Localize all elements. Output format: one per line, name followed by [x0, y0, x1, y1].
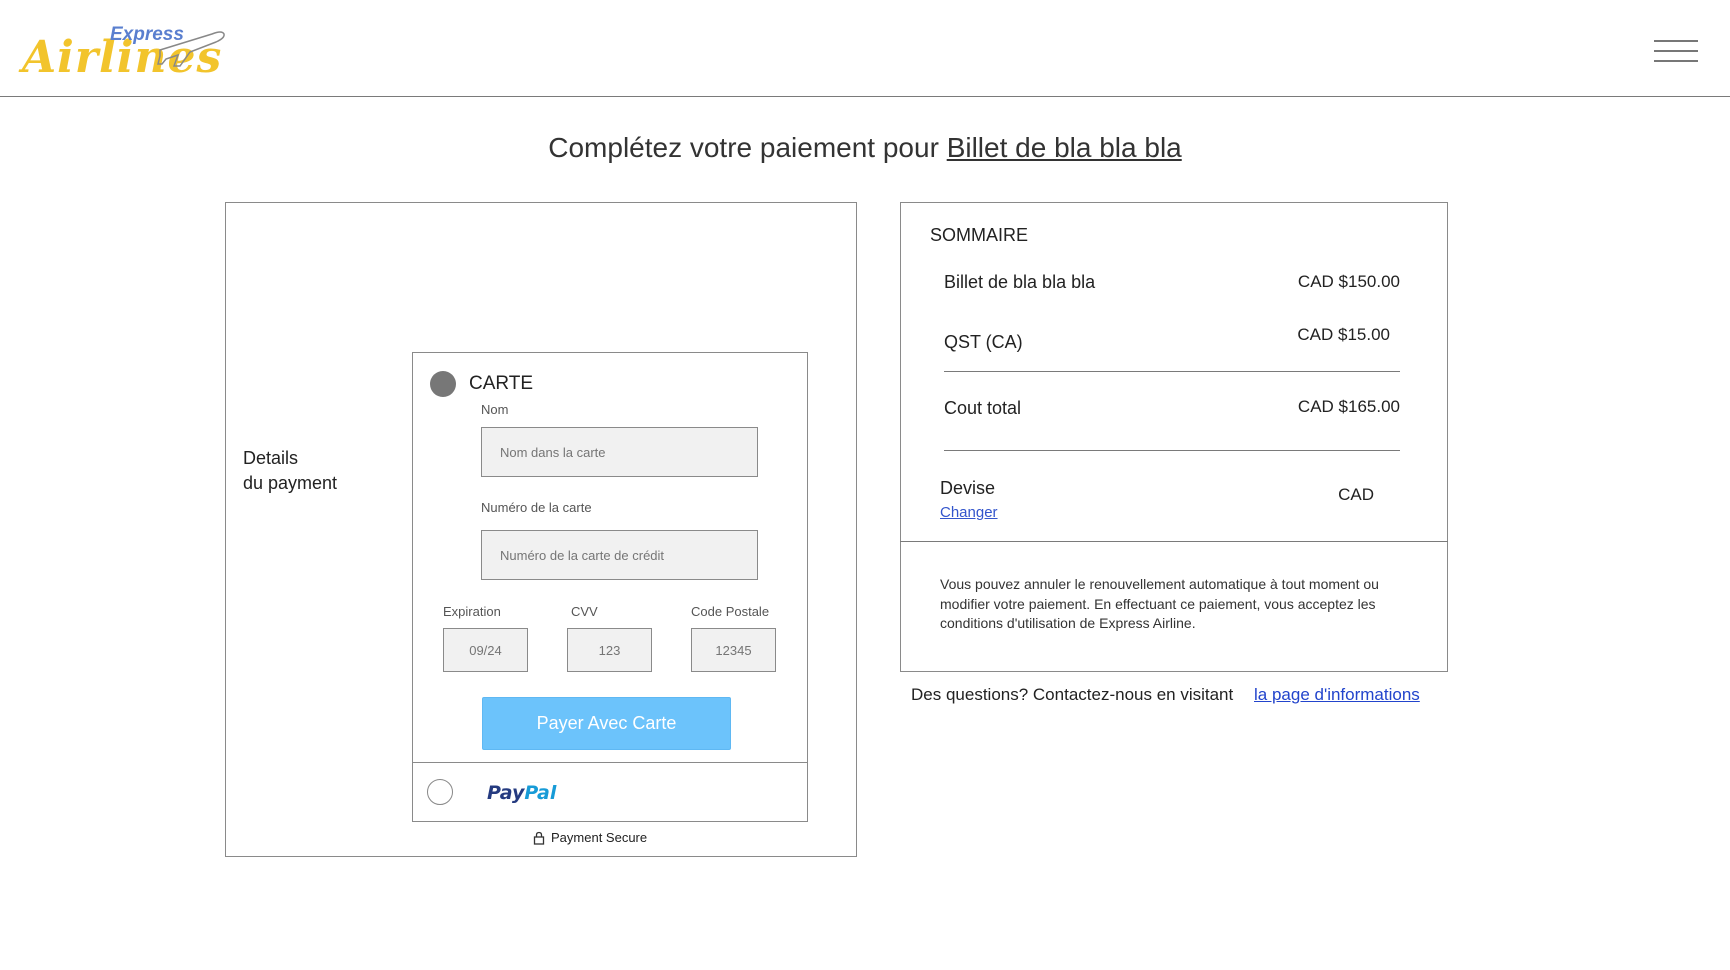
currency-value: CAD [1338, 485, 1374, 504]
postal-code-input[interactable] [691, 628, 776, 672]
card-radio-button[interactable] [430, 371, 456, 397]
page-title: Complétez votre paiement pour Billet de … [0, 132, 1730, 164]
payment-divider [412, 762, 808, 763]
summary-section-divider [900, 541, 1448, 542]
summary-divider [944, 450, 1400, 451]
page-title-prefix: Complétez votre paiement pour [548, 132, 939, 163]
total-label: Cout total [944, 398, 1022, 418]
lock-icon [533, 831, 545, 845]
card-number-label: Numéro de la carte [481, 500, 592, 515]
pay-with-card-button[interactable]: Payer Avec Carte [482, 697, 731, 750]
summary-divider [944, 371, 1400, 372]
airplane-icon [157, 31, 225, 67]
payment-details-label-line2: du payment [243, 473, 338, 493]
summary-item-label: Billet de bla bla bla [944, 272, 1096, 292]
page-title-ticket-link[interactable]: Billet de bla bla bla [947, 132, 1182, 163]
payment-method-box [412, 352, 808, 822]
paypal-radio-button[interactable] [427, 779, 453, 805]
info-page-link[interactable]: la page d'informations [1254, 685, 1420, 705]
payment-secure-text: Payment Secure [551, 830, 648, 845]
expiration-input[interactable] [443, 628, 528, 672]
paypal-logo-pal: Pal [524, 782, 557, 804]
terms-text: Vous pouvez annuler le renouvellement au… [940, 576, 1379, 631]
express-airlines-logo[interactable]: Airlines Express [20, 20, 225, 83]
summary-item-label: QST (CA) [944, 332, 1023, 352]
currency-label: Devise [940, 478, 996, 498]
header [0, 0, 1730, 97]
hamburger-menu-icon[interactable] [1654, 40, 1698, 66]
paypal-logo: PayPal [487, 782, 556, 804]
total-value: CAD $165.00 [1297, 397, 1400, 416]
questions-text: Des questions? Contactez-nous en visitan… [911, 685, 1234, 704]
name-label: Nom [481, 402, 509, 417]
cvv-label: CVV [571, 604, 598, 619]
summary-item-value: CAD $15.00 [1297, 325, 1390, 344]
payment-details-label: Details du payment [243, 446, 337, 496]
expiration-label: Expiration [443, 604, 501, 619]
postal-code-label: Code Postale [691, 604, 770, 619]
change-currency-link[interactable]: Changer [940, 504, 998, 521]
payment-details-label-line1: Details [243, 448, 299, 468]
card-number-input[interactable] [481, 530, 758, 580]
summary-item-value: CAD $150.00 [1297, 272, 1400, 291]
payment-secure-note: Payment Secure [533, 830, 647, 845]
paypal-logo-pay: Pay [487, 782, 525, 804]
summary-title: SOMMAIRE [930, 225, 1029, 245]
cvv-input[interactable] [567, 628, 652, 672]
card-name-input[interactable] [481, 427, 758, 477]
card-option-label: CARTE [469, 373, 534, 394]
